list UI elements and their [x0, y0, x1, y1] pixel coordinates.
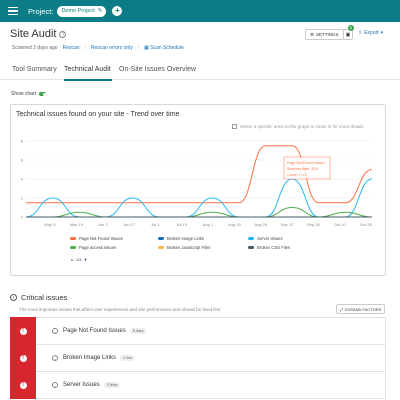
x-tick-label: Sep 26	[307, 222, 320, 227]
caret-up-icon[interactable]: ▲	[70, 257, 74, 262]
x-tick-label: Jul 15	[176, 222, 187, 227]
legend-swatch	[70, 245, 76, 250]
notification-badge: 0	[348, 25, 354, 31]
x-tick-label: Oct 26	[360, 222, 373, 227]
legend-item[interactable]: Broken Image Links	[158, 236, 204, 241]
legend-swatch	[248, 236, 254, 241]
legend-item[interactable]: Server Issues	[248, 236, 283, 241]
help-icon[interactable]: ?	[59, 30, 67, 38]
show-chart-toggle[interactable]	[39, 92, 47, 96]
issue-row-broken-images[interactable]: ! ⌄ Broken Image Links 1 link	[10, 344, 386, 372]
y-tick-label: 8	[21, 139, 24, 144]
legend-swatch	[158, 236, 164, 241]
tooltip-text: Count: 7 o 0	[287, 173, 307, 177]
critical-marker: !	[10, 344, 36, 372]
tooltip-text: Page Not Found Issues	[287, 161, 325, 165]
critical-issues-header: ! Critical issues	[10, 293, 67, 302]
chevron-down-icon[interactable]: ⌄	[52, 355, 58, 361]
bell-icon: ▣	[345, 32, 351, 38]
show-chart-toggle-row: Show chart	[11, 91, 47, 97]
issue-count-badge: 2 links	[103, 382, 121, 388]
chevron-down-icon: ▾	[380, 30, 384, 36]
zoom-icon	[232, 124, 237, 129]
project-name: Demo Project	[61, 8, 95, 14]
issue-count-badge: 1 link	[120, 355, 135, 361]
legend-swatch	[158, 245, 164, 250]
legend-item[interactable]: Broken CSS Files	[248, 245, 290, 250]
critical-marker: !	[10, 371, 36, 399]
scan-info: Scanned 2 days ago Rescan | Rescan error…	[12, 45, 184, 51]
project-label: Project:	[28, 6, 54, 16]
chart-legend: Page Not Found Issues Broken Image Links…	[70, 236, 370, 266]
issue-row-page-not-found[interactable]: ! ⌄ Page Not Found Issues 5 links	[10, 317, 386, 345]
tab-tool-summary[interactable]: Tool Summary	[12, 66, 57, 73]
tab-bar: Tool Summary Technical Audit On-Site Iss…	[0, 60, 400, 81]
issue-name: Broken Image Links	[63, 355, 117, 361]
rescan-errors-link[interactable]: Rescan errors only	[91, 45, 133, 51]
series-line-page-access-issues	[26, 206, 373, 218]
settings-button[interactable]: ⚙ SETTINGS	[305, 29, 344, 40]
x-tick-label: Oct 10	[334, 222, 347, 227]
issue-count-badge: 5 links	[129, 328, 147, 334]
x-tick-label: Jun 2	[98, 222, 109, 227]
chart-title: Technical issues found on your site - Tr…	[16, 111, 180, 118]
y-tick-label: 0	[21, 215, 24, 220]
expand-factors-button[interactable]: ⤢ EXPAND FACTORS	[336, 304, 386, 314]
page-title-row: Site Audit ?	[10, 28, 67, 40]
x-tick-label: Aug 29	[254, 222, 267, 227]
export-button[interactable]: ⇪ Export ▾	[358, 30, 383, 36]
x-tick-label: Jul 1	[151, 222, 160, 227]
x-tick-label: Aug 15	[228, 222, 241, 227]
export-icon: ⇪	[358, 30, 363, 36]
legend-pager: ▲ 1/3 ▼	[70, 257, 88, 262]
top-bar: Project: Demo Project ✎ +	[0, 0, 400, 22]
trend-chart[interactable]: 0 2 4 6 8 May 5 May 19 Jun 2 Jun 17 Jul 1 Jul 15 Au…	[14, 135, 380, 231]
tooltip-text: Scanned date: 3/24	[287, 167, 318, 171]
exclamation-icon: !	[19, 354, 27, 362]
caret-down-icon[interactable]: ▼	[84, 257, 88, 262]
chevron-down-icon[interactable]: ⌄	[52, 328, 58, 334]
legend-swatch	[248, 245, 254, 250]
show-chart-label: Show chart	[11, 91, 37, 97]
rescan-link[interactable]: Rescan	[63, 45, 80, 51]
critical-issues-desc: The most important issues that affect us…	[19, 307, 221, 312]
x-tick-label: Sep 12	[281, 222, 294, 227]
x-tick-label: May 19	[70, 222, 84, 227]
scan-schedule-link[interactable]: ▦ Scan Schedule	[144, 45, 184, 51]
chart-tooltip: Page Not Found Issues Scanned date: 3/24 C…	[283, 156, 331, 180]
x-tick-label: Jun 17	[123, 222, 136, 227]
critical-marker: !	[10, 317, 36, 345]
menu-icon[interactable]	[8, 6, 18, 16]
active-tab-indicator	[64, 79, 112, 81]
y-tick-label: 4	[21, 177, 24, 182]
issue-name: Page Not Found Issues	[63, 328, 126, 334]
gear-icon: ⚙	[310, 31, 315, 37]
y-tick-label: 2	[21, 196, 24, 201]
x-tick-label: Aug 1	[203, 222, 214, 227]
legend-item[interactable]: Broken Javascript Files	[158, 245, 210, 250]
exclamation-icon: !	[19, 327, 27, 335]
legend-item[interactable]: Page Not Found Issues	[70, 236, 123, 241]
alert-icon: !	[10, 294, 17, 301]
legend-swatch	[70, 236, 76, 241]
chevron-down-icon[interactable]: ⌄	[52, 382, 58, 388]
tab-onsite-issues[interactable]: On-Site Issues Overview	[119, 66, 196, 73]
tab-technical-audit[interactable]: Technical Audit	[64, 66, 111, 73]
x-tick-label: May 5	[45, 222, 57, 227]
add-project-button[interactable]: +	[112, 6, 123, 16]
calendar-icon: ▦	[144, 45, 149, 51]
project-selector[interactable]: Demo Project ✎	[57, 5, 107, 17]
issue-row-server-issues[interactable]: ! ⌄ Server Issues 2 links	[10, 371, 386, 399]
critical-issues-title: Critical issues	[21, 293, 68, 302]
exclamation-icon: !	[19, 381, 27, 389]
legend-item[interactable]: Page access issues	[70, 245, 116, 250]
scanned-text: Scanned 2 days ago	[12, 45, 58, 51]
page-title: Site Audit	[10, 28, 57, 40]
expand-icon: ⤢	[340, 306, 344, 312]
issue-name: Server Issues	[63, 382, 100, 388]
y-tick-label: 6	[21, 158, 24, 163]
edit-icon[interactable]: ✎	[98, 8, 103, 14]
zoom-hint: Select a specific area on the graph to z…	[232, 124, 364, 129]
